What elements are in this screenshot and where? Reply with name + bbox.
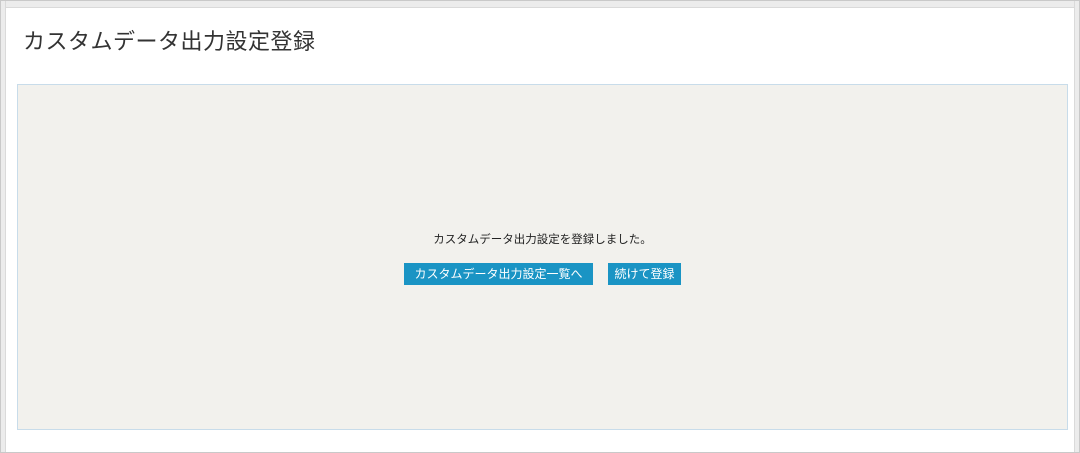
page-title: カスタムデータ出力設定登録	[23, 30, 316, 55]
page-header: カスタムデータ出力設定登録	[6, 8, 1073, 74]
success-message: カスタムデータ出力設定を登録しました。	[433, 232, 652, 246]
app-window: カスタムデータ出力設定登録 カスタムデータ出力設定を登録しました。 カスタムデー…	[0, 0, 1080, 453]
go-to-list-button[interactable]: カスタムデータ出力設定一覧へ	[404, 263, 593, 285]
content-panel: カスタムデータ出力設定を登録しました。 カスタムデータ出力設定一覧へ 続けて登録	[17, 84, 1068, 430]
window-top-strip	[1, 1, 1079, 8]
window-right-edge	[1074, 1, 1079, 452]
continue-register-button[interactable]: 続けて登録	[608, 263, 681, 285]
action-buttons: カスタムデータ出力設定一覧へ 続けて登録	[18, 263, 1067, 285]
